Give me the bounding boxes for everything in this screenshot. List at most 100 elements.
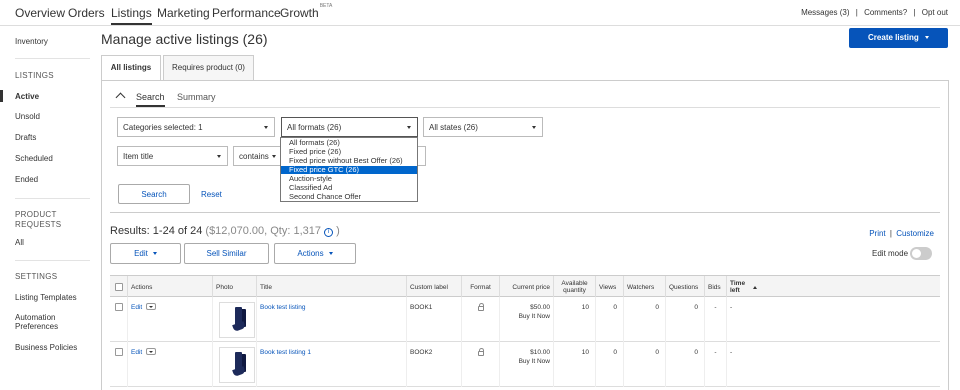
edit-button[interactable]: Edit [110,243,181,264]
format-option[interactable]: All formats (26) [281,139,417,147]
format-option[interactable]: Fixed price without Best Offer (26) [281,157,417,165]
opt-out-link[interactable]: Opt out [922,8,948,17]
chevron-down-icon [924,36,929,39]
col-watchers[interactable]: Watchers [623,276,665,298]
sidebar-item-business-policies[interactable]: Business Policies [15,343,77,352]
item-photo[interactable] [219,347,255,383]
sidebar-header-product: PRODUCT [15,210,57,219]
sidebar-item-preferences[interactable]: Preferences [15,322,58,331]
states-select[interactable]: All states (26) [423,117,543,137]
col-time-left-line2: left [730,287,740,294]
row-checkbox[interactable] [114,348,123,356]
row-time-left: - [726,342,940,387]
row-time-left: - [726,297,940,342]
format-option-highlighted[interactable]: Fixed price GTC (26) [281,166,417,174]
item-photo[interactable] [219,302,255,338]
row-actions-cell: Edit [127,342,212,387]
operator-select[interactable]: contains [233,146,283,166]
col-time-left-label: Time left [730,280,745,294]
edit-mode-label: Edit mode [872,249,909,258]
format-option[interactable]: Fixed price (26) [281,148,417,156]
tab-performance[interactable]: Performance [212,6,281,20]
format-option[interactable]: Auction-style [281,175,417,183]
row-format-cell [461,342,499,387]
actions-button[interactable]: Actions [274,243,356,264]
sidebar-item-inventory[interactable]: Inventory [15,37,48,46]
search-field-value: Item title [123,152,154,161]
active-marker [0,90,3,102]
col-views[interactable]: Views [595,276,623,298]
sidebar-item-unsold[interactable]: Unsold [15,112,40,121]
format-option[interactable]: Second Chance Offer [281,193,417,201]
col-title[interactable]: Title [256,276,406,298]
actions-label: Actions [297,249,324,258]
print-link[interactable]: Print [869,229,885,238]
results-close: ) [336,225,340,237]
col-bids[interactable]: Bids [704,276,726,298]
formats-select[interactable]: All formats (26) [281,117,418,137]
row-price-cell: $50.00 Buy It Now [499,297,553,342]
listings-table: Actions Photo Title Custom label Format … [110,275,940,390]
sidebar-item-all[interactable]: All [15,238,24,247]
tab-growth-label: Growth [280,6,319,20]
divider [110,107,940,108]
lock-icon [477,303,484,311]
col-time-left[interactable]: Time left [726,276,940,298]
item-title-link[interactable]: Book test listing 1 [260,349,311,356]
col-custom-label[interactable]: Custom label [406,276,461,298]
categories-select[interactable]: Categories selected: 1 [117,117,275,137]
info-icon[interactable]: i [324,228,334,237]
tab-all-listings[interactable]: All listings [101,55,161,81]
row-edit-link[interactable]: Edit [131,349,142,356]
format-option[interactable]: Classified Ad [281,184,417,192]
row-actions-dropdown[interactable] [146,303,157,310]
results-totals: ($12,070.00, Qty: 1,317 [205,225,321,237]
sidebar-item-active[interactable]: Active [15,92,39,101]
row-price-cell: $10.00 Buy It Now [499,342,553,387]
operator-value: contains [239,152,269,161]
row-actions-cell: Edit [127,297,212,342]
tab-growth[interactable]: Growth BETA [280,3,332,20]
results-count: Results: 1-24 of 24 [110,225,203,237]
states-value: All states (26) [429,123,478,132]
comments-link[interactable]: Comments? [864,8,907,17]
subtab-search[interactable]: Search [136,92,165,107]
reset-link[interactable]: Reset [201,190,222,199]
create-listing-button[interactable]: Create listing [849,28,948,48]
col-questions[interactable]: Questions [665,276,704,298]
select-all-checkbox[interactable] [114,283,123,291]
divider [15,198,90,199]
divider [110,212,940,213]
sidebar-item-drafts[interactable]: Drafts [15,133,36,142]
sidebar-item-listing-templates[interactable]: Listing Templates [15,293,77,302]
customize-link[interactable]: Customize [896,229,934,238]
caret-down-icon [152,252,157,255]
item-title-link[interactable]: Book test listing [260,304,306,311]
row-views: 0 [595,342,623,387]
tab-marketing[interactable]: Marketing [157,6,210,20]
row-edit-link[interactable]: Edit [131,304,142,311]
row-checkbox[interactable] [114,303,123,311]
row-watchers: 0 [623,342,665,387]
row-actions-dropdown[interactable] [146,348,157,355]
messages-link[interactable]: Messages (3) [801,8,849,17]
search-button[interactable]: Search [118,184,190,204]
col-current-price[interactable]: Current price [499,276,553,298]
sidebar-header-settings: SETTINGS [15,272,58,281]
tab-listings[interactable]: Listings [111,6,152,25]
sidebar-item-ended[interactable]: Ended [15,175,38,184]
sell-similar-button[interactable]: Sell Similar [184,243,269,264]
edit-mode-toggle[interactable] [910,247,932,260]
caret-down-icon [217,155,221,158]
tab-overview[interactable]: Overview [15,6,65,20]
col-actions: Actions [127,276,212,298]
row-questions: 0 [665,297,704,342]
tab-orders[interactable]: Orders [68,6,105,20]
subtab-summary[interactable]: Summary [177,92,216,102]
sidebar-item-automation[interactable]: Automation [15,313,55,322]
sidebar-item-scheduled[interactable]: Scheduled [15,154,53,163]
col-available-quantity[interactable]: Available quantity [553,276,595,298]
col-format[interactable]: Format [461,276,499,298]
search-field-select[interactable]: Item title [117,146,228,166]
tab-requires-product[interactable]: Requires product (0) [163,55,254,80]
